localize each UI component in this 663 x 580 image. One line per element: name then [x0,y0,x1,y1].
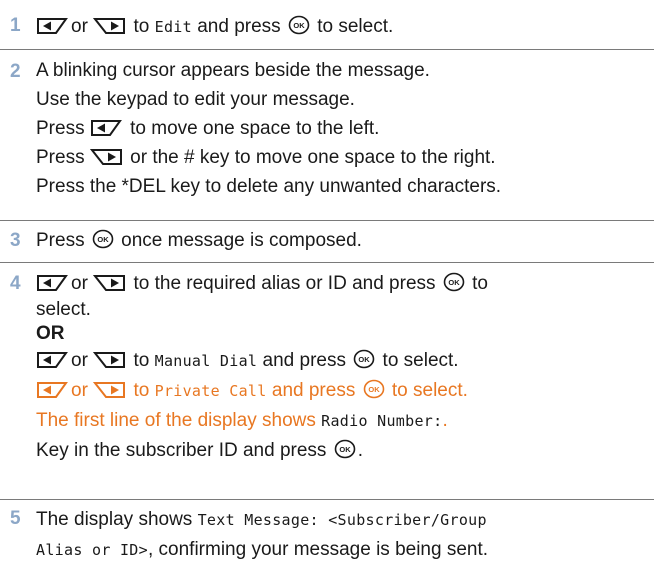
svg-text:OK: OK [368,385,380,394]
left-arrow-button-icon [36,274,69,292]
or-text: or [71,380,88,401]
or-text: or [71,350,88,371]
confirming-text: , confirming your message is being sent. [147,539,489,560]
step-4-line-manual: or to Manual Dial and press OK to select… [36,346,650,376]
key-in-text: Key in the subscriber ID and press [36,440,327,461]
step-3: 3 Press OK once message is composed. [0,221,654,263]
radio-number-text: Radio Number: [321,412,443,430]
to-text: to [133,350,150,371]
press-text: Press [36,147,85,168]
to-text: to [472,273,488,294]
step-2-line-4: Press or the # key to move one space to … [36,143,650,172]
ok-button-icon: OK [363,379,385,399]
step-number: 1 [10,15,21,36]
and-press-text: and press [271,380,356,401]
to-select-text: to select. [317,16,394,37]
step-number: 5 [10,508,21,529]
left-arrow-button-icon [90,119,123,137]
ok-button-icon: OK [334,439,356,459]
step-5-line-2: Alias or ID>, confirming your message is… [36,535,650,565]
ok-button-icon: OK [92,229,114,249]
to-text: to [133,16,150,37]
and-press-text: and press [197,16,281,37]
display-line-text: The first line of the display shows [36,410,316,431]
or-label: OR [36,323,65,344]
ok-button-icon: OK [353,349,375,369]
step-5: 5 The display shows Text Message: <Subsc… [0,500,654,572]
left-arrow-button-icon [36,381,69,399]
step-4-line-1: or to the required alias or ID and press… [36,269,650,298]
press-text: Press [36,118,85,139]
alias-text: to the required alias or ID and press [133,273,436,294]
menu-target: Edit [154,18,192,36]
display-shows-text: The display shows [36,509,193,530]
step-2-line-5: Press the *DEL key to delete any unwante… [36,176,502,197]
to-text: to [133,380,150,401]
period-text: . [357,440,363,461]
step-3-line: Press OK once message is composed. [36,226,650,255]
svg-text:OK: OK [339,445,351,454]
alias-label: Alias or ID> [36,541,148,559]
left-arrow-button-icon [36,351,69,369]
svg-text:OK: OK [448,278,460,287]
svg-text:OK: OK [359,355,371,364]
step-4-line-private: or to Private Call and press OK to selec… [36,376,650,406]
step-2: 2 A blinking cursor appears beside the m… [0,50,654,221]
left-arrow-button-icon [36,17,69,35]
step-number: 2 [10,61,21,82]
period-text: . [442,410,448,431]
step-4-line-2: select. [36,299,91,320]
or-text: or [71,16,88,37]
menu-target: Manual Dial [154,352,258,370]
step-1-line: or to Edit and press OK to select. [36,12,650,42]
step-2-line-1: A blinking cursor appears beside the mes… [36,60,430,81]
to-select-text: to select. [382,350,459,371]
right-arrow-button-icon [93,351,126,369]
text-message-label: Text Message: <Subscriber/Group [197,511,487,529]
right-arrow-button-icon [93,17,126,35]
step-4-line-display: The first line of the display shows Radi… [36,406,650,436]
composed-text: once message is composed. [121,230,362,251]
right-arrow-button-icon [93,274,126,292]
step-2-line-2: Use the keypad to edit your message. [36,89,355,110]
to-select-text: to select. [391,380,468,401]
ok-button-icon: OK [443,272,465,292]
step-4: 4 or to the required alias or ID and pre… [0,263,654,500]
step-2-line-3: Press to move one space to the left. [36,114,650,143]
step-5-line-1: The display shows Text Message: <Subscri… [36,505,650,535]
step-number: 3 [10,230,21,251]
right-arrow-button-icon [93,381,126,399]
or-text: or [71,273,88,294]
step-1: 1 or to Edit and press OK to select. [0,6,654,50]
step-4-line-keyin: Key in the subscriber ID and press OK. [36,436,650,465]
ok-button-icon: OK [288,15,310,35]
step-number: 4 [10,273,21,294]
right-move-text: or the # key to move one space to the ri… [130,147,496,168]
and-press-text: and press [262,350,346,371]
instruction-page: 1 or to Edit and press OK to select. 2 A… [0,0,663,580]
svg-text:OK: OK [97,235,109,244]
right-arrow-button-icon [89,148,123,166]
left-move-text: to move one space to the left. [130,118,380,139]
press-text: Press [36,230,85,251]
svg-text:OK: OK [293,21,305,30]
menu-target: Private Call [154,382,267,400]
